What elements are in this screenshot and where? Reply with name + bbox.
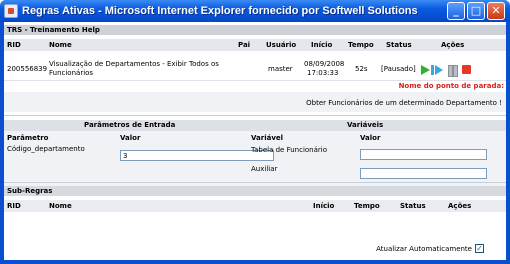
row-inicio-time: 17:03:33 bbox=[307, 69, 339, 77]
browser-window: Regras Ativas - Microsoft Internet Explo… bbox=[0, 0, 510, 264]
row-name-line2: Funcionários bbox=[49, 69, 94, 77]
valor-col-label: Valor bbox=[120, 134, 141, 142]
variable-value-field-1[interactable] bbox=[360, 149, 487, 160]
pause-icon[interactable] bbox=[448, 65, 458, 77]
col-inicio: Início bbox=[311, 41, 333, 49]
row-rid: 200556839 bbox=[7, 65, 48, 73]
divider bbox=[4, 182, 506, 183]
col-acoes: Ações bbox=[441, 41, 465, 49]
row-name-line1: Visualização de Departamentos - Exibir T… bbox=[49, 60, 219, 68]
window-title: Regras Ativas - Microsoft Internet Explo… bbox=[22, 5, 418, 17]
breakpoint-text: Obter Funcionários de um determinado Dep… bbox=[306, 99, 502, 107]
param-col-label: Parâmetro bbox=[7, 134, 49, 142]
auto-update-label: Atualizar Automaticamente bbox=[376, 245, 472, 253]
variable-name-1: Tabela de Funcionário bbox=[251, 146, 328, 154]
col-status: Status bbox=[386, 41, 412, 49]
col-usuario: Usuário bbox=[266, 41, 297, 49]
maximize-button[interactable]: □ bbox=[467, 2, 485, 20]
param-name: Código_departamento bbox=[7, 145, 85, 153]
breakpoint-label: Nome do ponto de parada: bbox=[398, 82, 504, 90]
minimize-button[interactable]: _ bbox=[447, 2, 465, 20]
table-row[interactable]: 200556839 Visualização de Departamentos … bbox=[4, 57, 506, 81]
params-header: Parâmetros de Entrada Variáveis bbox=[4, 120, 506, 131]
row-usuario: master bbox=[268, 65, 293, 73]
play-icon[interactable] bbox=[421, 65, 430, 75]
close-button[interactable]: ✕ bbox=[487, 2, 505, 20]
col-pai: Pai bbox=[238, 41, 251, 49]
variable-name-2: Auxiliar bbox=[251, 165, 278, 173]
sub-col-acoes: Ações bbox=[448, 202, 472, 210]
page-content: TRS - Treinamento Help RID Nome Pai Usuá… bbox=[4, 22, 506, 260]
variable-value-field-2[interactable] bbox=[360, 168, 487, 179]
sub-col-inicio: Início bbox=[313, 202, 335, 210]
subrules-table-header: RID Nome Início Tempo Status Ações bbox=[4, 200, 506, 212]
row-tempo: 52s bbox=[355, 65, 368, 73]
rule-section-title: TRS - Treinamento Help bbox=[4, 25, 506, 35]
subrules-title: Sub-Regras bbox=[4, 186, 506, 196]
divider bbox=[4, 115, 506, 116]
row-status: [Pausado] bbox=[381, 65, 416, 73]
sub-col-status: Status bbox=[400, 202, 426, 210]
variavel-col-label: Variável bbox=[251, 134, 284, 142]
sub-col-rid: RID bbox=[7, 202, 21, 210]
entrada-title: Parâmetros de Entrada bbox=[84, 121, 176, 129]
title-bar[interactable]: Regras Ativas - Microsoft Internet Explo… bbox=[0, 0, 510, 22]
auto-update-checkbox[interactable]: ✓ bbox=[475, 244, 484, 253]
col-rid: RID bbox=[7, 41, 21, 49]
rule-table-header: RID Nome Pai Usuário Início Tempo Status… bbox=[4, 39, 506, 51]
step-icon[interactable] bbox=[431, 65, 443, 75]
sub-col-nome: Nome bbox=[49, 202, 72, 210]
stop-icon[interactable] bbox=[462, 65, 471, 74]
app-icon bbox=[4, 4, 18, 18]
var-valor-col-label: Valor bbox=[360, 134, 381, 142]
variaveis-title: Variáveis bbox=[347, 121, 384, 129]
row-inicio-date: 08/09/2008 bbox=[304, 60, 345, 68]
sub-col-tempo: Tempo bbox=[354, 202, 380, 210]
col-nome: Nome bbox=[49, 41, 72, 49]
col-tempo: Tempo bbox=[348, 41, 374, 49]
